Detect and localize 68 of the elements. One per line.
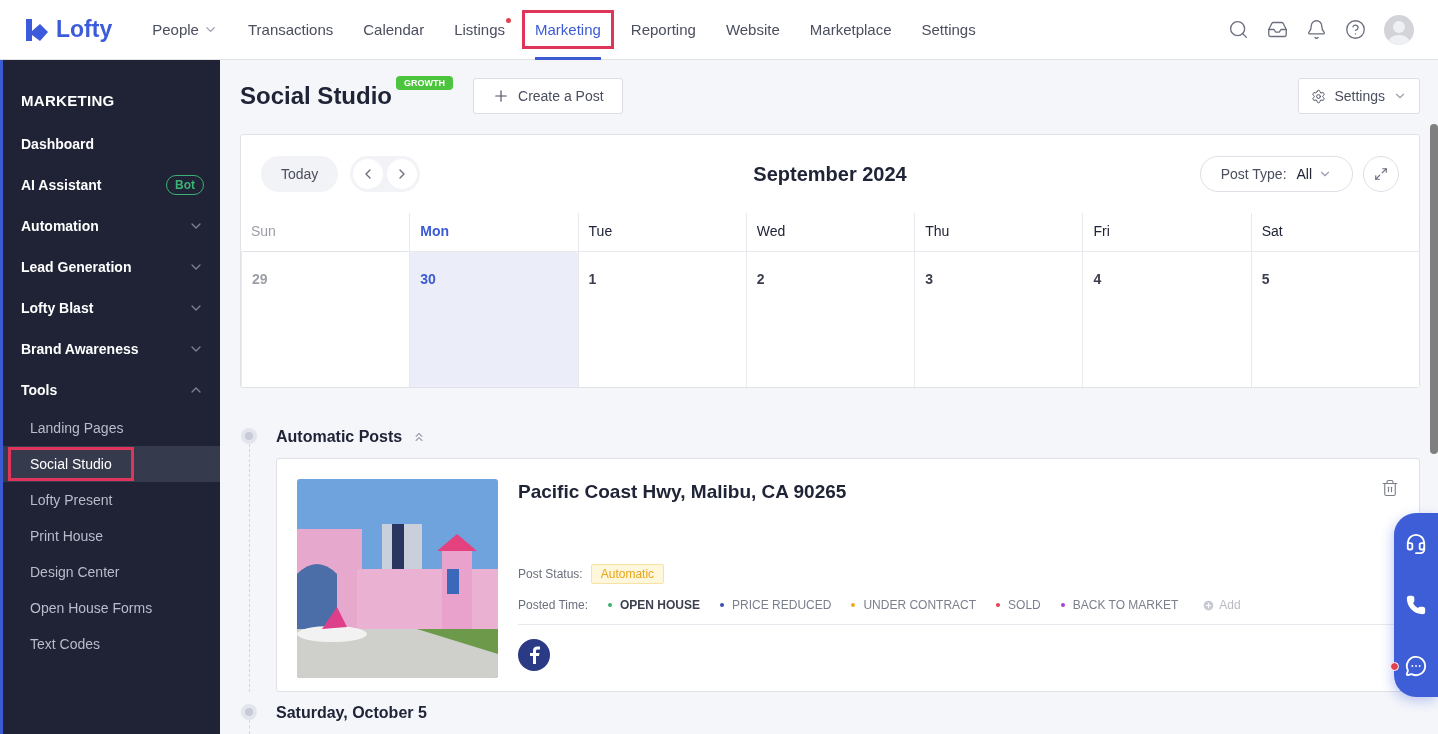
sidebar-title: MARKETING [20,92,116,109]
sidebar-subitem[interactable]: Open House Forms [11,594,172,622]
expand-icon [1374,167,1388,181]
inbox-icon[interactable] [1267,19,1288,40]
status-label: Post Status: [518,567,583,581]
nav-item[interactable]: Marketing [523,0,613,60]
nav-item[interactable]: Settings [909,0,988,60]
section-title: Saturday, October 5 [276,704,427,722]
day-cell[interactable]: 5 [1250,251,1419,387]
day-cell[interactable]: 2 [745,251,915,387]
sidebar-item[interactable]: Tools [21,381,58,398]
day-cell[interactable]: 30 [409,251,578,387]
plus-icon [492,87,510,105]
event-tag[interactable]: SOLD [996,598,1041,612]
sidebar-subitem[interactable]: Landing Pages [11,414,143,442]
nav-item[interactable]: Reporting [618,0,708,60]
event-tag[interactable]: PRICE REDUCED [720,598,832,612]
chat-icon[interactable] [1405,655,1427,677]
sidebar-subitem[interactable]: Print House [11,522,123,550]
plus-circle-icon [1202,598,1216,612]
post-type-select[interactable]: Post Type: All [1199,156,1353,192]
event-tag[interactable]: BACK TO MARKET [1060,598,1179,612]
help-icon[interactable] [1345,19,1366,40]
logo-text: Lofty [56,16,113,43]
post-address: Pacific Coast Hwy, Malibu, CA 90265 [518,481,847,503]
sidebar-item[interactable]: Lofty Blast [21,299,94,316]
sidebar-item[interactable]: Automation [21,217,99,234]
page-title: Social Studio [240,82,392,110]
trash-icon[interactable] [1381,479,1399,497]
nav-item[interactable]: Website [713,0,792,60]
weekday-label: Sun [241,213,410,251]
time-label: Posted Time: [518,598,589,612]
sidebar-item[interactable]: AI Assistant [21,176,102,193]
nav-item[interactable]: Transactions [235,0,346,60]
event-tag[interactable]: UNDER CONTRACT [851,598,977,612]
sidebar-subitem[interactable]: Design Center [11,558,139,586]
month-title: September 2024 [753,162,907,186]
scrollbar[interactable] [1430,124,1438,454]
gear-icon [1311,88,1327,104]
support-agent-icon[interactable] [1405,533,1427,555]
timeline-dot [241,428,257,444]
nav-item[interactable]: Calendar [351,0,437,60]
nav-item[interactable]: People [140,0,230,60]
day-cell[interactable]: 1 [577,251,746,387]
sidebar-subitem[interactable]: Text Codes [11,630,120,658]
search-icon[interactable] [1228,19,1249,40]
day-cell[interactable]: 3 [914,251,1083,387]
logo-icon [24,16,50,43]
plan-badge: GROWTH [396,76,453,90]
bell-icon[interactable] [1306,19,1327,40]
status-tag: Automatic [590,564,665,584]
sidebar-item[interactable]: Brand Awareness [21,340,139,357]
phone-icon[interactable] [1406,595,1426,615]
day-cell[interactable]: 4 [1082,251,1251,387]
nav-item[interactable]: Marketplace [797,0,904,60]
timeline-dot [241,704,257,720]
notification-dot [1390,662,1399,671]
notification-dot [506,17,511,23]
sidebar-subitem[interactable]: Lofty Present [11,486,132,514]
section-title: Automatic Posts [276,428,403,446]
sidebar-item[interactable]: Lead Generation [21,258,132,275]
facebook-icon[interactable] [518,639,550,671]
event-tag[interactable]: OPEN HOUSE [608,598,701,612]
create-post-button[interactable]: Create a Post [473,78,623,114]
today-button[interactable]: Today [261,156,339,192]
nav-item[interactable]: Listings [442,0,517,60]
settings-button[interactable]: Settings [1298,78,1420,114]
sidebar-item[interactable]: Dashboard [21,135,95,152]
